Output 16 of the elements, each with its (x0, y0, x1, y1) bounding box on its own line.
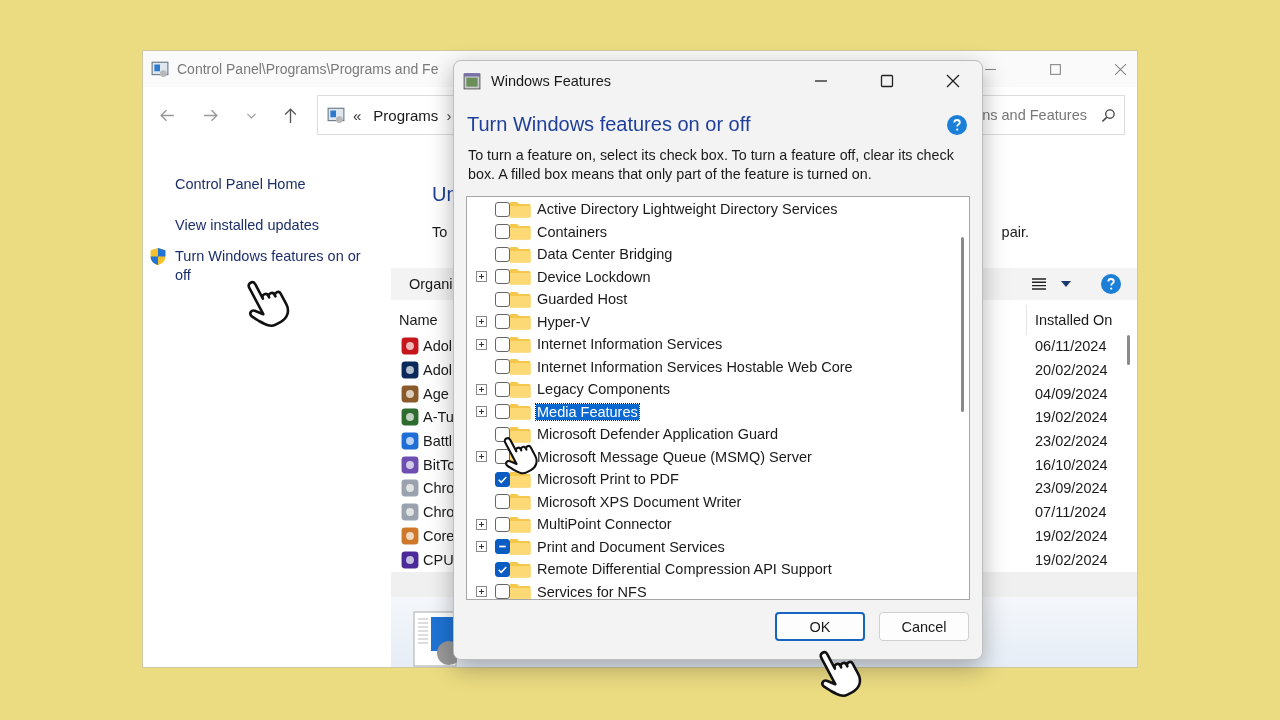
table-cell: 19/02/2024 (1035, 527, 1108, 544)
dialog-heading: Turn Windows features on or off (467, 113, 751, 136)
table-cell: 23/02/2024 (1035, 433, 1108, 450)
table-cell: 19/02/2024 (1035, 551, 1108, 568)
table-cell: 04/09/2024 (1035, 385, 1108, 402)
table-cell: 19/02/2024 (1035, 409, 1108, 426)
table-cell: 06/11/2024 (1035, 338, 1107, 355)
dialog-title: Windows Features (491, 73, 612, 89)
table-cell: 07/11/2024 (1035, 504, 1107, 521)
instruction-text: pair. (1001, 224, 1029, 243)
table-cell: 23/09/2024 (1035, 480, 1108, 497)
instruction-text: To (432, 224, 448, 243)
table-cell: 20/02/2024 (1035, 362, 1108, 379)
dialog-description: To turn a feature on, select its check box. To turn a feature off, clear its check box. A filled box means that only part of the feature is turned on. (468, 146, 955, 184)
window-title: Control Panel\Programs\Programs and Fe (177, 61, 439, 77)
table-cell: 16/10/2024 (1035, 456, 1108, 473)
